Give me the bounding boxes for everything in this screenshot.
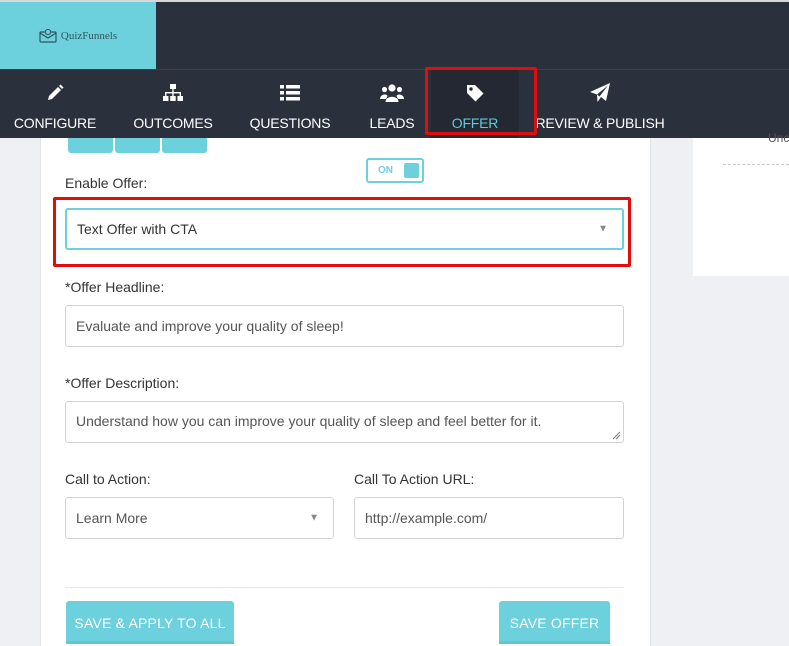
nav-label: CONFIGURE — [13, 115, 97, 131]
right-panel-text: Unc — [768, 131, 789, 145]
pencil-icon — [43, 81, 67, 105]
nav-outcomes[interactable]: OUTCOMES — [127, 70, 219, 139]
list-icon — [278, 81, 302, 105]
headline-label: *Offer Headline: — [65, 279, 165, 295]
envelope-logo-icon — [39, 28, 57, 43]
save-offer-button[interactable]: SAVE OFFER — [499, 601, 610, 644]
nav-label: REVIEW & PUBLISH — [535, 115, 665, 131]
nav-questions[interactable]: QUESTIONS — [243, 70, 337, 139]
partial-button[interactable] — [115, 138, 160, 153]
cta-url-input[interactable]: http://example.com/ — [354, 497, 624, 539]
nav-review-publish[interactable]: REVIEW & PUBLISH — [535, 70, 665, 139]
toggle-state-label: ON — [378, 165, 393, 176]
tag-icon — [463, 81, 487, 105]
headline-input[interactable]: Evaluate and improve your quality of sle… — [65, 305, 624, 347]
cta-url-placeholder: http://example.com/ — [365, 510, 488, 526]
description-label: *Offer Description: — [65, 375, 180, 391]
enable-offer-label: Enable Offer: — [65, 175, 148, 191]
dashed-divider — [723, 164, 789, 165]
description-textarea[interactable]: Understand how you can improve your qual… — [65, 401, 624, 443]
nav-configure[interactable]: CONFIGURE — [7, 70, 103, 139]
cta-select[interactable]: Learn More ▼ — [65, 497, 334, 539]
dropdown-arrow-icon: ▼ — [598, 223, 608, 235]
nav-label: OFFER — [451, 115, 499, 131]
form-divider — [65, 587, 624, 588]
step-nav: CONFIGURE OUTCOMES QUESTIONS LEADS OFFER… — [0, 69, 789, 139]
users-icon — [380, 81, 404, 105]
nav-leads[interactable]: LEADS — [360, 70, 424, 139]
save-apply-all-button[interactable]: SAVE & APPLY TO ALL — [66, 601, 234, 644]
description-value: Understand how you can improve your qual… — [76, 413, 542, 429]
logo-text: QuizFunnels — [60, 29, 118, 42]
headline-value: Evaluate and improve your quality of sle… — [76, 318, 344, 334]
nav-label: OUTCOMES — [133, 115, 213, 131]
top-header: QuizFunnels — [0, 0, 789, 69]
resize-handle-icon[interactable] — [612, 431, 621, 440]
logo[interactable]: QuizFunnels — [0, 2, 156, 69]
nav-offer[interactable]: OFFER — [431, 70, 519, 139]
toggle-knob — [404, 163, 419, 178]
sitemap-icon — [161, 81, 185, 105]
paper-plane-icon — [588, 81, 612, 105]
enable-offer-value: Text Offer with CTA — [77, 221, 198, 237]
offer-toggle[interactable]: ON — [366, 158, 424, 183]
partial-button[interactable] — [162, 138, 207, 153]
cta-value: Learn More — [76, 510, 148, 526]
enable-offer-select[interactable]: Text Offer with CTA ▼ — [65, 208, 624, 250]
dropdown-arrow-icon: ▼ — [309, 512, 319, 524]
cta-url-label: Call To Action URL: — [354, 471, 475, 487]
nav-label: QUESTIONS — [249, 115, 331, 131]
nav-label: LEADS — [369, 115, 415, 131]
right-panel: Unc — [693, 131, 789, 276]
partial-button[interactable] — [68, 138, 113, 153]
cta-label: Call to Action: — [65, 471, 151, 487]
